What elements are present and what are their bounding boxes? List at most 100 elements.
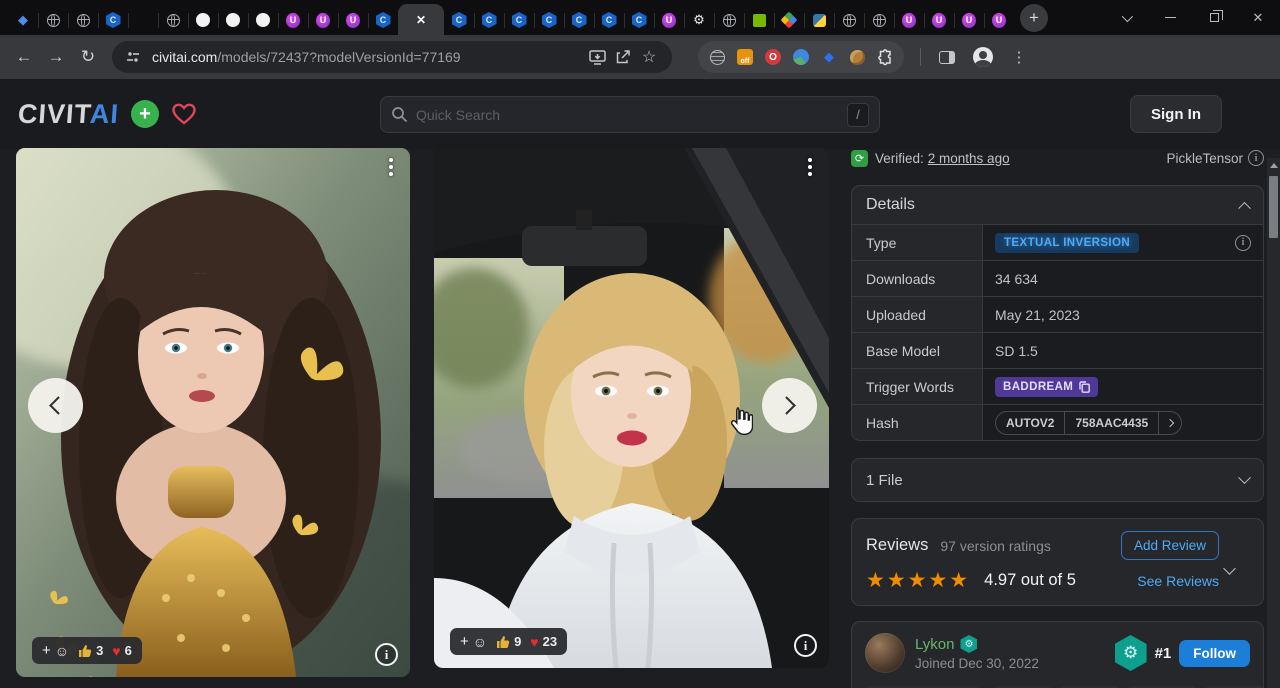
details-header[interactable]: Details <box>852 186 1263 224</box>
carousel-prev-button[interactable] <box>28 378 83 433</box>
browser-tab[interactable] <box>804 5 834 35</box>
browser-tab[interactable] <box>864 5 894 35</box>
browser-tab[interactable]: C <box>534 5 564 35</box>
browser-tab[interactable]: U <box>894 5 924 35</box>
browser-tab[interactable] <box>68 5 98 35</box>
thumbs-up-reaction[interactable]: 9 <box>496 634 521 649</box>
quick-search-box[interactable]: / <box>380 96 880 133</box>
browser-tab[interactable]: C <box>624 5 654 35</box>
browser-tab[interactable] <box>744 5 774 35</box>
heart-reaction[interactable]: ♥6 <box>112 643 132 659</box>
image-menu-kebab-2[interactable] <box>801 156 819 178</box>
creator-name-link[interactable]: Lykon <box>915 636 954 653</box>
browser-tab[interactable]: C <box>98 5 128 35</box>
favorites-heart-icon[interactable] <box>171 102 197 126</box>
hash-control[interactable]: AUTOV2 758AAC4435 <box>995 411 1182 435</box>
new-tab-button[interactable]: + <box>1020 4 1048 32</box>
details-panel: Details Type TEXTUAL INVERSION i Downloa… <box>851 185 1264 441</box>
forward-button[interactable]: → <box>40 41 72 73</box>
browser-tab[interactable] <box>248 5 278 35</box>
menu-kebab-icon[interactable]: ⋮ <box>1003 41 1035 73</box>
browser-tab[interactable] <box>128 5 158 35</box>
see-reviews-link[interactable]: See Reviews <box>1137 573 1219 589</box>
detail-row-base-model: Base Model SD 1.5 <box>852 332 1263 368</box>
tab-search-icon[interactable] <box>1104 0 1148 35</box>
add-review-button[interactable]: Add Review <box>1121 531 1219 560</box>
add-reaction-button[interactable]: +☺ <box>42 642 69 659</box>
civitai-logo[interactable]: CIVITAI <box>17 99 120 130</box>
scroll-up-arrow[interactable] <box>1269 161 1278 170</box>
browser-tab[interactable]: ◆ <box>8 5 38 35</box>
browser-tab[interactable]: U <box>954 5 984 35</box>
browser-tab[interactable]: C <box>504 5 534 35</box>
browser-tab[interactable]: C <box>474 5 504 35</box>
browser-tab[interactable] <box>158 5 188 35</box>
creator-avatar[interactable] <box>865 633 905 673</box>
scrollbar-thumb[interactable] <box>1269 176 1278 238</box>
share-icon[interactable] <box>610 44 636 70</box>
reload-button[interactable]: ↻ <box>72 41 104 73</box>
verified-time-link[interactable]: 2 months ago <box>928 151 1010 166</box>
browser-tab[interactable]: U <box>338 5 368 35</box>
detail-row-trigger-words: Trigger Words BADDREAM <box>852 368 1263 404</box>
civitai-favicon: C <box>632 12 647 28</box>
back-button[interactable]: ← <box>8 41 40 73</box>
create-plus-button[interactable]: + <box>131 100 159 128</box>
page-scrollbar[interactable] <box>1267 158 1280 688</box>
browser-tab[interactable] <box>714 5 744 35</box>
minimize-button[interactable] <box>1148 0 1192 35</box>
address-bar[interactable]: civitai.com/models/72437?modelVersionId=… <box>112 41 672 73</box>
browser-tab[interactable] <box>188 5 218 35</box>
site-info-icon[interactable] <box>122 46 144 68</box>
browser-tab[interactable] <box>38 5 68 35</box>
reviews-panel: Reviews 97 version ratings Add Review ★★… <box>851 518 1264 606</box>
thumbs-up-reaction[interactable]: 3 <box>78 643 103 658</box>
add-reaction-button[interactable]: +☺ <box>460 633 487 650</box>
image-info-icon-1[interactable]: i <box>375 643 398 666</box>
browser-tab[interactable]: U <box>984 5 1014 35</box>
u-badge-favicon: U <box>962 13 976 28</box>
browser-tab[interactable] <box>774 5 804 35</box>
browser-tab[interactable]: ⚙ <box>684 5 714 35</box>
sign-in-button[interactable]: Sign In <box>1130 95 1222 133</box>
browser-tab[interactable]: U <box>654 5 684 35</box>
browser-tab[interactable]: U <box>308 5 338 35</box>
browser-tab[interactable] <box>834 5 864 35</box>
search-input[interactable] <box>416 107 847 123</box>
browser-tab[interactable]: C <box>564 5 594 35</box>
browser-tab[interactable]: U <box>278 5 308 35</box>
image-info-icon-2[interactable]: i <box>794 634 817 657</box>
trigger-word-badge[interactable]: BADDREAM <box>995 377 1098 397</box>
browser-tab[interactable]: U <box>924 5 954 35</box>
profile-avatar[interactable] <box>967 41 999 73</box>
follow-button[interactable]: Follow <box>1179 640 1250 667</box>
image-menu-kebab-1[interactable] <box>382 156 400 178</box>
extension-gem-icon[interactable]: ◆ <box>820 48 838 66</box>
side-panel-icon[interactable] <box>931 41 963 73</box>
extension-cookie-icon[interactable] <box>848 48 866 66</box>
toolbar-right: ⋮ <box>914 41 1035 73</box>
type-badge[interactable]: TEXTUAL INVERSION <box>995 233 1139 253</box>
browser-tab[interactable]: ✕ <box>398 4 444 35</box>
extension-earth-icon[interactable] <box>792 48 810 66</box>
install-icon[interactable] <box>584 44 610 70</box>
file-section-header[interactable]: 1 File <box>852 459 1263 501</box>
bookmark-star-icon[interactable]: ☆ <box>636 44 662 70</box>
extension-globe-icon[interactable] <box>708 48 726 66</box>
extensions-puzzle-icon[interactable] <box>876 48 894 66</box>
detail-row-uploaded: Uploaded May 21, 2023 <box>852 296 1263 332</box>
browser-tab[interactable]: C <box>368 5 398 35</box>
extension-o-icon[interactable]: O <box>764 48 782 66</box>
close-button[interactable]: ✕ <box>1236 0 1280 35</box>
type-info-icon[interactable]: i <box>1235 235 1251 251</box>
file-format-info-icon[interactable]: i <box>1248 150 1264 166</box>
extension-off-icon[interactable]: off <box>736 48 754 66</box>
civitai-favicon: C <box>542 12 557 28</box>
heart-reaction[interactable]: ♥23 <box>530 634 557 650</box>
carousel-next-button[interactable] <box>762 378 817 433</box>
browser-tab[interactable]: C <box>594 5 624 35</box>
browser-tab[interactable]: C <box>444 5 474 35</box>
browser-tab[interactable] <box>218 5 248 35</box>
restore-button[interactable] <box>1192 0 1236 35</box>
window-controls: ✕ <box>1104 0 1280 35</box>
